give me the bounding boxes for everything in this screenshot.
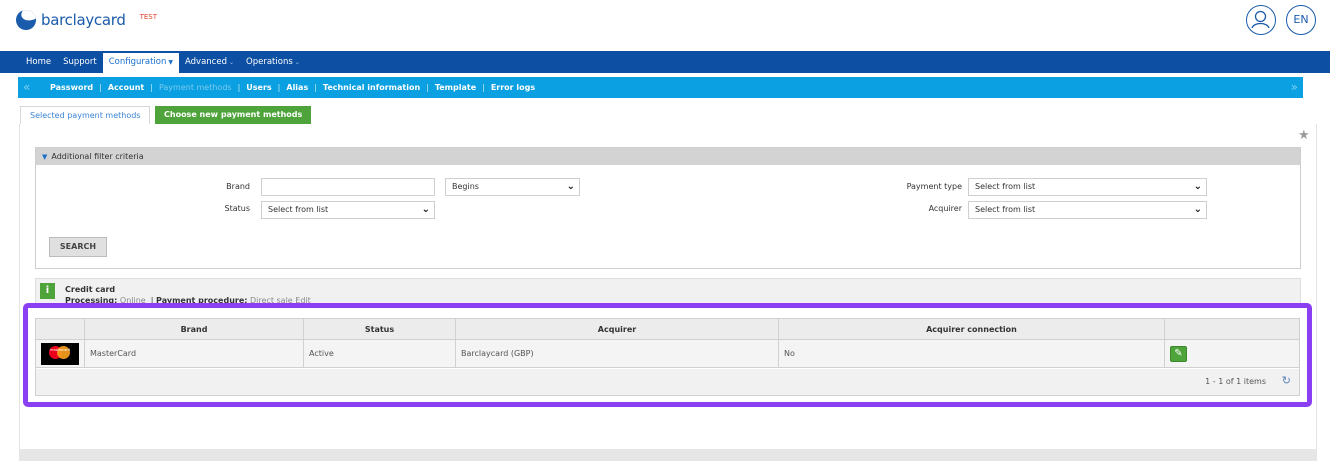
sub-nav: « Password | Account | Payment methods |… — [18, 77, 1303, 98]
col-acquirer[interactable]: Acquirer — [456, 319, 779, 340]
nav-support[interactable]: Support — [57, 51, 103, 73]
chevron-down-icon: ⌄ — [1193, 204, 1202, 215]
acquirer-select[interactable]: Select from list ⌄ — [968, 201, 1207, 219]
nav-configuration[interactable]: Configuration ▼ — [102, 53, 179, 73]
nav-advanced[interactable]: Advanced ⌄ — [179, 51, 240, 73]
edit-pencil-icon[interactable]: ✎ — [1170, 346, 1187, 362]
chevron-down-icon: ⌄ — [229, 59, 235, 66]
col-acquirer-connection[interactable]: Acquirer connection — [779, 319, 1165, 340]
payment-methods-grid: Brand Status Acquirer Acquirer connectio… — [35, 318, 1300, 396]
edit-link[interactable]: Edit — [295, 296, 311, 305]
col-brand[interactable]: Brand — [85, 319, 304, 340]
status-select[interactable]: Select from list ⌄ — [261, 201, 435, 219]
table-row[interactable]: mastercard MasterCard Active Barclaycard… — [36, 340, 1299, 368]
payment-type-select[interactable]: Select from list ⌄ — [968, 178, 1207, 196]
brand-name: barclaycard — [41, 11, 126, 29]
tab-choose-new-payment-methods[interactable]: Choose new payment methods — [155, 106, 312, 124]
col-actions — [1165, 319, 1299, 340]
brand-label: Brand — [226, 182, 250, 191]
mastercard-logo: mastercard — [41, 343, 79, 365]
bottom-strip — [19, 449, 1317, 461]
subnav-users[interactable]: Users — [240, 83, 277, 92]
col-status[interactable]: Status — [304, 319, 456, 340]
chevron-down-icon: ⌄ — [1193, 181, 1202, 192]
refresh-icon[interactable]: ↻ — [1282, 374, 1291, 387]
procedure-value: Direct sale — [250, 296, 293, 305]
user-profile-icon[interactable] — [1246, 5, 1276, 35]
chevron-down-icon: ⌄ — [566, 181, 575, 192]
grid-footer: 1 - 1 of 1 items ↻ — [36, 369, 1299, 395]
brand-match-select[interactable]: Begins ⌄ — [445, 178, 580, 196]
env-badge: TEST — [139, 13, 158, 21]
nav-advanced-label: Advanced — [185, 57, 227, 67]
nav-home[interactable]: Home — [20, 51, 57, 73]
barclaycard-logo[interactable]: barclaycard TEST — [16, 10, 157, 30]
grid-header: Brand Status Acquirer Acquirer connectio… — [36, 319, 1299, 340]
tab-selected-payment-methods[interactable]: Selected payment methods — [20, 106, 151, 124]
processing-info: Processing: Online | Payment procedure: … — [65, 296, 311, 305]
procedure-label: Payment procedure: — [156, 296, 248, 305]
subnav-payment-methods[interactable]: Payment methods — [153, 83, 238, 92]
filter-title: Additional filter criteria — [51, 152, 144, 161]
brand-input[interactable] — [261, 178, 435, 196]
nav-home-label: Home — [26, 57, 52, 67]
subnav-error-logs[interactable]: Error logs — [485, 83, 541, 92]
processing-label: Processing: — [65, 296, 118, 305]
favorite-star-icon[interactable]: ★ — [1298, 128, 1310, 143]
credit-card-panel: i Credit card Processing: Online | Payme… — [35, 278, 1301, 305]
chevron-down-icon: ▼ — [168, 59, 173, 66]
nav-operations[interactable]: Operations ⌄ — [240, 51, 306, 73]
processing-value: Online — [119, 296, 146, 305]
payment-type-value: Select from list — [975, 182, 1036, 191]
status-label: Status — [224, 204, 251, 213]
filter-panel: ▼ Additional filter criteria Brand Begins… — [35, 147, 1301, 269]
mastercard-logo-text: mastercard — [50, 348, 70, 352]
nav-operations-label: Operations — [246, 57, 293, 67]
eagle-icon — [16, 10, 36, 30]
main-nav: Home Support Configuration ▼ Advanced ⌄ Op… — [0, 51, 1330, 73]
subnav-alias[interactable]: Alias — [280, 83, 314, 92]
chevron-down-icon: ⌄ — [421, 204, 430, 215]
language-button[interactable]: EN — [1286, 5, 1316, 35]
subnav-template[interactable]: Template — [429, 83, 482, 92]
status-select-value: Select from list — [268, 205, 329, 214]
acquirer-label: Acquirer — [928, 204, 962, 213]
acquirer-select-value: Select from list — [975, 205, 1036, 214]
credit-card-title: Credit card — [65, 285, 116, 294]
chevron-down-icon: ⌄ — [294, 59, 300, 66]
scroll-left-icon[interactable]: « — [23, 77, 30, 98]
subnav-account[interactable]: Account — [102, 83, 150, 92]
cell-logo: mastercard — [36, 340, 85, 368]
pager-info: 1 - 1 of 1 items — [1205, 377, 1266, 386]
nav-configuration-label: Configuration — [108, 57, 167, 67]
collapse-triangle-icon: ▼ — [42, 153, 48, 161]
nav-support-label: Support — [63, 57, 97, 67]
subnav-password[interactable]: Password — [44, 83, 99, 92]
cell-acquirer: Barclaycard (GBP) — [456, 340, 779, 368]
cell-brand: MasterCard — [85, 340, 304, 368]
search-button[interactable]: SEARCH — [49, 237, 107, 257]
brand-match-value: Begins — [452, 182, 479, 191]
subnav-technical-information[interactable]: Technical information — [317, 83, 426, 92]
payment-type-label: Payment type — [906, 182, 962, 191]
scroll-right-icon[interactable]: » — [1291, 77, 1298, 98]
top-header: barclaycard TEST EN — [0, 0, 1330, 51]
filter-header[interactable]: ▼ Additional filter criteria — [36, 148, 1300, 165]
cell-connection: No — [779, 340, 1165, 368]
cell-status: Active — [304, 340, 456, 368]
info-icon: i — [40, 283, 55, 299]
